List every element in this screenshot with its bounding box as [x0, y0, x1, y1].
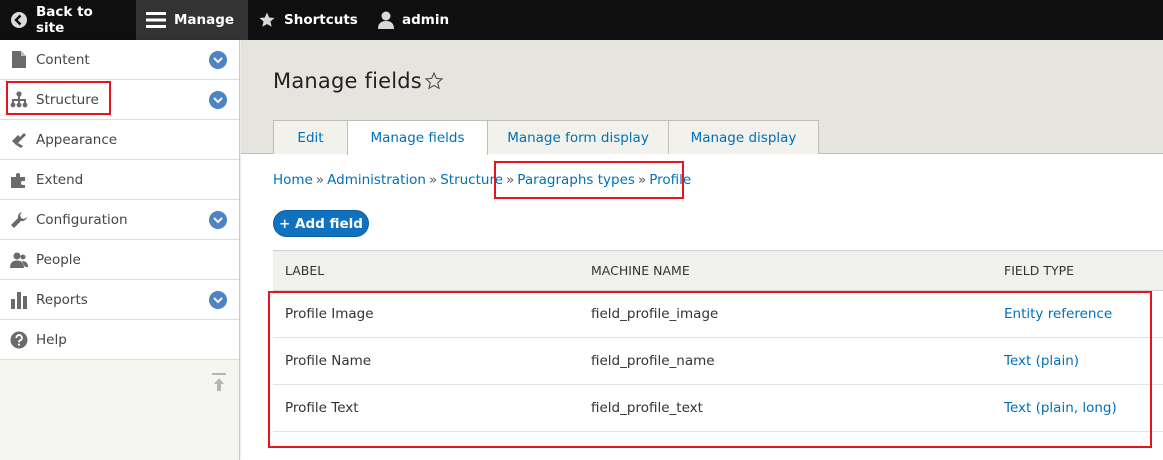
help-icon	[10, 331, 28, 349]
sidebar-item-label: Extend	[36, 171, 84, 188]
brush-icon	[10, 131, 28, 149]
user-icon	[378, 11, 394, 29]
pin-sidebar-icon[interactable]	[211, 372, 227, 396]
star-icon	[258, 11, 276, 29]
back-to-site-label: Back to site	[36, 4, 93, 36]
hamburger-icon	[146, 12, 166, 28]
sidebar-item-reports[interactable]: Reports	[0, 280, 239, 320]
highlight-box-breadcrumb	[494, 161, 684, 199]
sidebar-item-appearance[interactable]: Appearance	[0, 120, 239, 160]
back-arrow-icon	[10, 11, 28, 29]
primary-tabs: Edit Manage fields Manage form display M…	[273, 120, 819, 155]
column-header-field-type: FIELD TYPE	[1004, 263, 1075, 278]
tab-edit[interactable]: Edit	[273, 120, 348, 154]
sidebar-item-label: Reports	[36, 291, 88, 308]
sidebar-item-help[interactable]: Help	[0, 320, 239, 360]
sidebar-item-people[interactable]: People	[0, 240, 239, 280]
page-title: Manage fields	[273, 69, 422, 93]
user-label: admin	[402, 12, 450, 28]
sidebar-item-label: People	[36, 251, 81, 268]
sidebar-item-label: Appearance	[36, 131, 118, 148]
chevron-down-icon[interactable]	[209, 91, 227, 109]
column-header-label: LABEL	[285, 263, 325, 278]
people-icon	[10, 251, 28, 269]
sidebar-item-label: Help	[36, 331, 67, 348]
breadcrumb-separator: »	[315, 172, 325, 188]
sidebar-item-configuration[interactable]: Configuration	[0, 200, 239, 240]
table-header: LABEL MACHINE NAME FIELD TYPE	[273, 250, 1163, 291]
sidebar-footer	[0, 360, 239, 420]
shortcuts-tab[interactable]: Shortcuts	[248, 0, 368, 40]
user-account-tab[interactable]: admin	[368, 0, 468, 40]
shortcuts-label: Shortcuts	[284, 12, 358, 28]
manage-label: Manage	[174, 12, 235, 28]
chevron-down-icon[interactable]	[209, 211, 227, 229]
wrench-icon	[10, 211, 28, 229]
admin-toolbar: Back to site Manage Shortcuts admin	[0, 0, 1163, 40]
sidebar-item-extend[interactable]: Extend	[0, 160, 239, 200]
chevron-down-icon[interactable]	[209, 291, 227, 309]
highlight-box-structure	[6, 81, 111, 115]
tab-manage-form-display[interactable]: Manage form display	[487, 120, 669, 154]
puzzle-icon	[10, 171, 28, 189]
tab-manage-display[interactable]: Manage display	[668, 120, 819, 154]
sidebar-item-content[interactable]: Content	[0, 40, 239, 80]
bar-chart-icon	[10, 291, 28, 309]
star-outline-icon[interactable]	[424, 71, 444, 95]
sidebar-item-label: Content	[36, 51, 90, 68]
back-to-site-link[interactable]: Back to site	[0, 0, 136, 40]
breadcrumb-home[interactable]: Home	[273, 172, 313, 188]
tab-manage-fields[interactable]: Manage fields	[347, 120, 488, 155]
page-header: Manage fields Edit Manage fields Manage …	[241, 40, 1163, 155]
column-header-machine-name: MACHINE NAME	[591, 263, 690, 278]
chevron-down-icon[interactable]	[209, 51, 227, 69]
file-icon	[10, 51, 28, 69]
manage-tab[interactable]: Manage	[136, 0, 248, 40]
sidebar-item-label: Configuration	[36, 211, 128, 228]
add-field-button[interactable]: + Add field	[273, 210, 369, 237]
breadcrumb-administration[interactable]: Administration	[327, 172, 426, 188]
breadcrumb-separator: »	[428, 172, 438, 188]
highlight-box-table-rows	[268, 291, 1152, 448]
